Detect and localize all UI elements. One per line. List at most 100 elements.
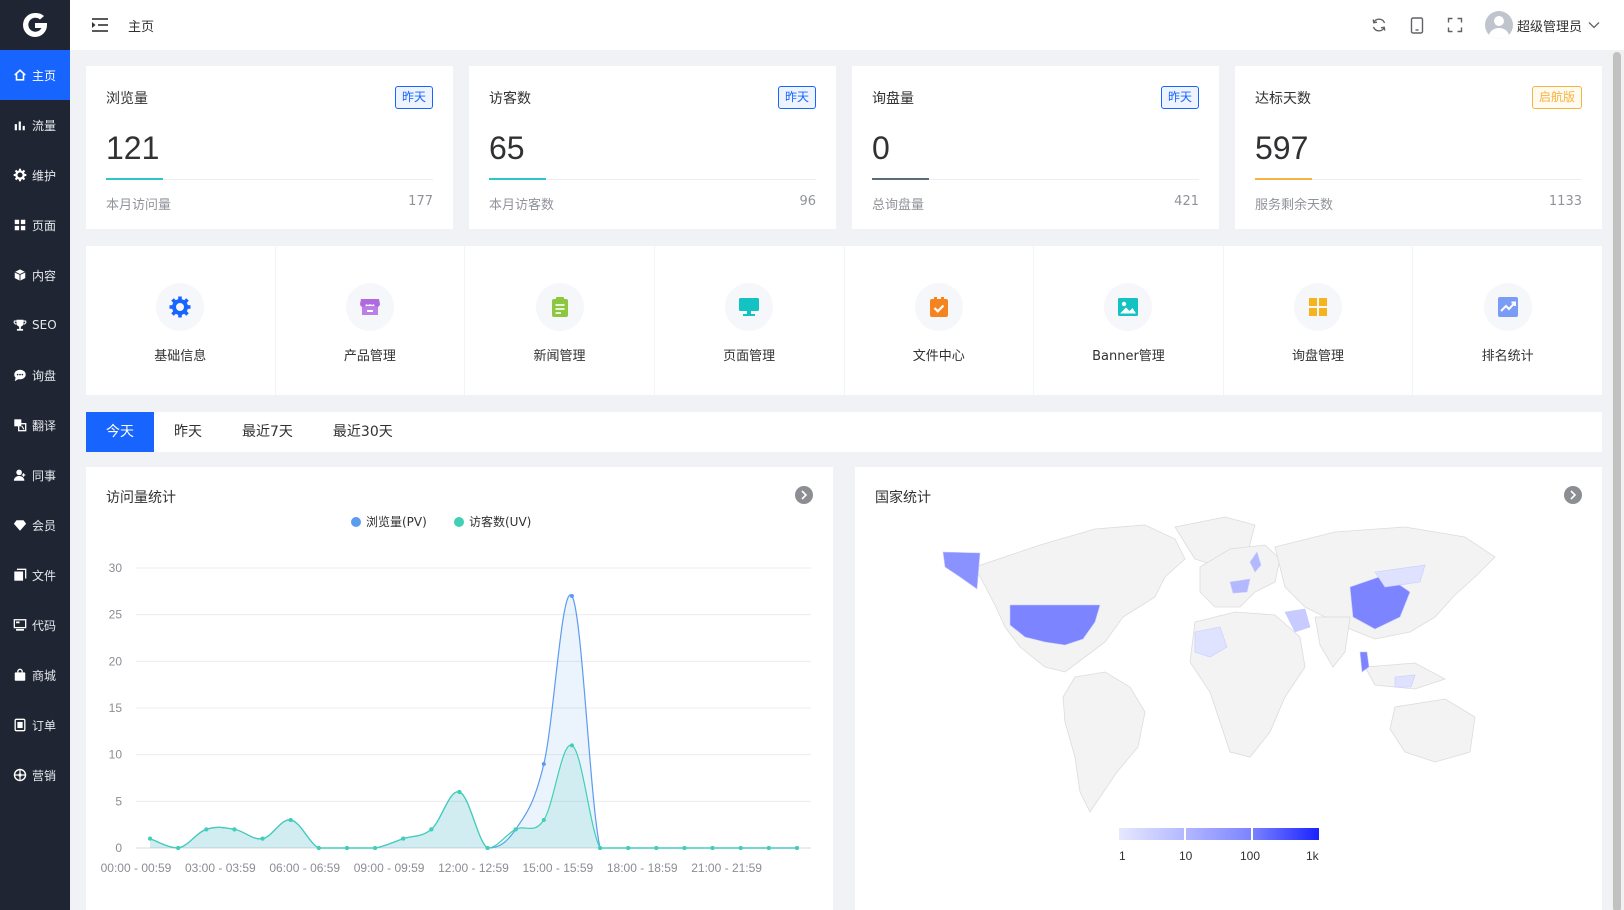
sidebar-item[interactable]: 流量 [0, 100, 70, 150]
data-point [232, 827, 237, 832]
data-point [429, 827, 434, 832]
stat-footer: 本月访问量 177 [106, 194, 433, 213]
data-point [654, 846, 659, 850]
quick-link[interactable]: 产品管理 [276, 246, 466, 395]
stat-badge[interactable]: 昨天 [777, 86, 816, 109]
home-icon [12, 67, 28, 83]
stat-card: 浏览量 昨天 121 本月访问量 177 [86, 66, 453, 229]
data-point [344, 846, 349, 850]
x-tick-label: 06:00 - 06:59 [269, 861, 340, 875]
stat-footer: 总询盘量 421 [872, 194, 1199, 213]
x-tick-label: 03:00 - 03:59 [185, 861, 256, 875]
sidebar-item-label: 文件 [32, 568, 57, 583]
quick-link[interactable]: 询盘管理 [1224, 246, 1414, 395]
data-point [373, 846, 378, 850]
user-menu[interactable]: 超级管理员 [1484, 11, 1600, 39]
sidebar-item[interactable]: 内容 [0, 250, 70, 300]
code-icon [12, 617, 28, 633]
data-point [288, 818, 293, 822]
data-point [738, 846, 743, 850]
stat-badge[interactable]: 昨天 [1160, 86, 1199, 109]
stat-badge[interactable]: 昨天 [394, 86, 433, 109]
sidebar-item[interactable]: 页面 [0, 200, 70, 250]
user-icon [12, 467, 28, 483]
mobile-icon[interactable] [1407, 15, 1427, 35]
series-line [149, 594, 797, 849]
x-tick-label: 12:00 - 12:59 [438, 861, 509, 875]
x-tick-label: 09:00 - 09:59 [354, 861, 425, 875]
sidebar-item-label: 会员 [32, 518, 57, 533]
quick-links: 基础信息 产品管理 新闻管理 页面管理 文件中心 Banner管理 询盘管理 排… [86, 246, 1602, 395]
map-legend-gradient [1119, 828, 1319, 840]
tab[interactable]: 最近7天 [222, 412, 313, 452]
data-point [766, 846, 771, 850]
stat-title: 询盘量 [872, 91, 914, 107]
sidebar-item-label: 营销 [32, 768, 57, 783]
quick-link[interactable]: 排名统计 [1413, 246, 1602, 395]
visits-panel: 访问量统计 0 5 10 15 20 25 30 00:00 - 00:59 03:00 - 0… [86, 467, 833, 910]
sidebar-item[interactable]: 文件 [0, 550, 70, 600]
quick-link[interactable]: 文件中心 [845, 246, 1035, 395]
files-icon [12, 567, 28, 583]
stat-footer-value: 96 [799, 194, 816, 209]
quick-link[interactable]: 新闻管理 [465, 246, 655, 395]
menu-toggle-icon[interactable] [90, 15, 110, 35]
monitor-icon [725, 283, 774, 331]
logo[interactable] [0, 0, 70, 50]
data-point [176, 846, 181, 850]
quick-link-label: 产品管理 [343, 349, 396, 364]
stat-divider [872, 178, 1199, 180]
data-point [541, 762, 546, 766]
data-point [794, 846, 799, 850]
quick-link[interactable]: 基础信息 [86, 246, 276, 395]
tab[interactable]: 最近30天 [313, 412, 413, 452]
g-logo-icon [23, 12, 47, 38]
stat-footer-label: 总询盘量 [872, 198, 925, 213]
stat-badge[interactable]: 启航版 [1531, 86, 1582, 109]
data-point [401, 836, 406, 841]
data-point [316, 846, 321, 850]
sidebar-item[interactable]: 翻译 [0, 400, 70, 450]
series-area [150, 745, 797, 848]
sidebar-item[interactable]: 代码 [0, 600, 70, 650]
fullscreen-icon[interactable] [1445, 15, 1465, 35]
stat-card: 访客数 昨天 65 本月访客数 96 [469, 66, 836, 229]
legend-marker [454, 517, 464, 527]
stat-divider [1255, 178, 1582, 180]
breadcrumb[interactable]: 主页 [128, 16, 154, 35]
bar-chart-icon [12, 117, 28, 133]
stat-value: 121 [106, 130, 160, 166]
stat-footer-label: 本月访客数 [489, 198, 555, 213]
quick-link[interactable]: Banner管理 [1034, 246, 1224, 395]
quick-link[interactable]: 页面管理 [655, 246, 845, 395]
sidebar-item[interactable]: 主页 [0, 50, 70, 100]
clipboard-icon [535, 283, 584, 331]
sidebar-item[interactable]: SEO [0, 300, 70, 350]
data-point [148, 836, 153, 841]
sidebar-item-label: 主页 [32, 68, 57, 83]
y-tick-label: 15 [109, 701, 123, 715]
tab[interactable]: 昨天 [154, 412, 222, 452]
legend-label: 访客数(UV) [469, 514, 531, 529]
shopping-bag-icon [12, 667, 28, 683]
stat-title: 浏览量 [106, 91, 148, 107]
order-icon [12, 717, 28, 733]
avatar [1484, 11, 1513, 39]
scrollbar-thumb[interactable] [1613, 52, 1621, 910]
sidebar-item[interactable]: 会员 [0, 500, 70, 550]
stat-footer-value: 177 [408, 194, 433, 209]
sidebar-item[interactable]: 订单 [0, 700, 70, 750]
x-tick-label: 18:00 - 18:59 [607, 861, 678, 875]
sidebar-item[interactable]: 同事 [0, 450, 70, 500]
legend-marker [351, 517, 361, 527]
sidebar-item[interactable]: 商城 [0, 650, 70, 700]
sidebar-item[interactable]: 维护 [0, 150, 70, 200]
tab[interactable]: 今天 [86, 412, 154, 452]
sidebar-item[interactable]: 营销 [0, 750, 70, 800]
stat-footer: 本月访客数 96 [489, 194, 816, 213]
sidebar-item-label: 代码 [32, 618, 57, 633]
sidebar-item[interactable]: 询盘 [0, 350, 70, 400]
refresh-icon[interactable] [1369, 15, 1389, 35]
page-scrollbar[interactable] [1610, 50, 1624, 910]
sidebar-item-label: 维护 [32, 168, 57, 183]
